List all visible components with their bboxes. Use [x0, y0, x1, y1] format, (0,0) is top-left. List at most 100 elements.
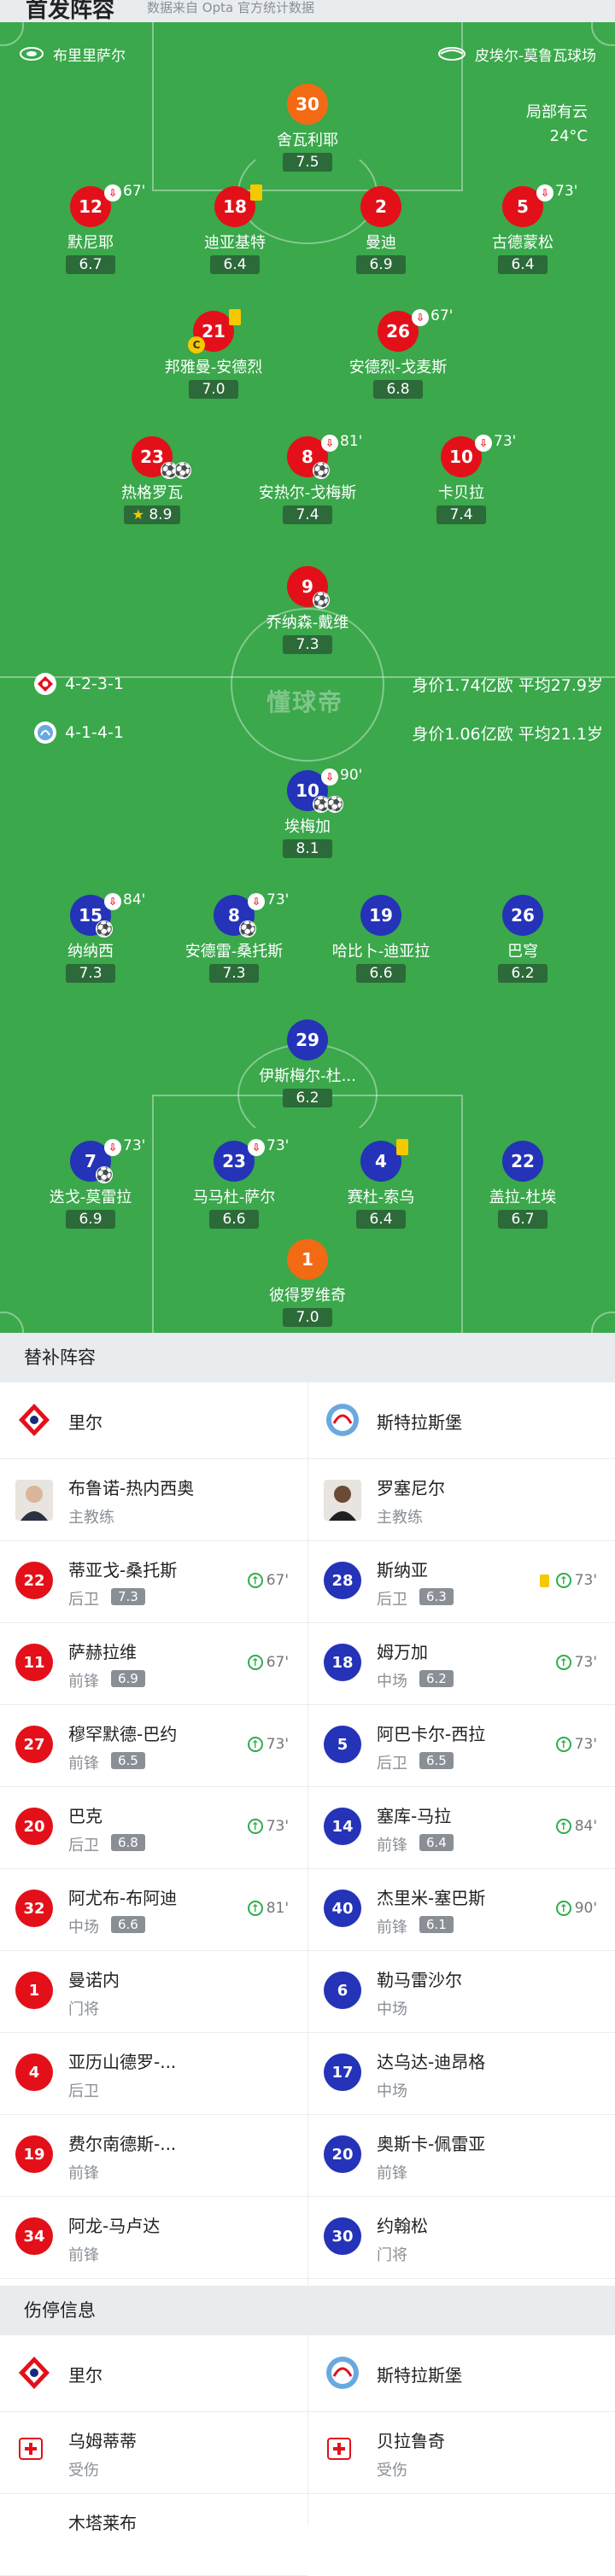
bench-player-row[interactable]: 20 巴克 后卫 6.8 ↑ 73'	[0, 1787, 308, 1869]
bench-player-row[interactable]: 30 约翰松 门将	[308, 2197, 615, 2279]
team-row[interactable]: 里尔	[0, 2335, 308, 2412]
player-rating: 7.5	[283, 153, 332, 172]
sub-in-indicator: ↑ 73'	[247, 1736, 289, 1753]
player-position: 前锋	[377, 2164, 407, 2182]
bench-player-row[interactable]: 5 阿巴卡尔-西拉 后卫 6.5 ↑ 73'	[308, 1705, 615, 1787]
goal-ball-icon: ⚽	[313, 592, 330, 609]
player-position: 后卫	[377, 1591, 407, 1609]
strasbourg-crest-icon	[326, 2357, 359, 2389]
away-player[interactable]: 22 盖拉-杜埃 6.7	[450, 1141, 595, 1229]
player-number-badge: 19	[15, 2135, 53, 2173]
home-player[interactable]: 12 ⇩ 67' 默尼耶 6.7	[18, 183, 163, 274]
away-market-value: 身价1.06亿欧 平均21.1岁	[412, 725, 603, 744]
sub-out-icon: ⇩	[104, 1139, 121, 1156]
away-player[interactable]: 19 哈比卜-迪亚拉 6.6	[308, 895, 454, 983]
player-number-badge: 11	[15, 1644, 53, 1681]
home-player[interactable]: 8 ⇩ 81' ⚽ 安热尔-戈梅斯 7.4	[235, 433, 380, 524]
bench-player-row[interactable]: 28 斯纳亚 后卫 6.3 ↑ 73'	[308, 1541, 615, 1623]
player-name: 热格罗瓦	[121, 484, 183, 502]
page-title: 首发阵容	[26, 0, 115, 23]
injury-row[interactable]: 乌姆蒂蒂 受伤	[0, 2412, 308, 2494]
sub-in-icon: ↑	[555, 1573, 571, 1588]
sub-in-indicator: ↑ 90'	[555, 1900, 597, 1917]
bench-player-row[interactable]: 34 阿龙-马卢达 前锋	[0, 2197, 308, 2279]
away-player[interactable]: 15 ⇩ 84' ⚽ 纳纳西 7.3	[18, 891, 163, 983]
player-number-badge: 18	[324, 1644, 361, 1681]
player-rating: 8.1	[283, 839, 332, 858]
player-name: 萨赫拉维	[68, 1642, 137, 1662]
player-number-badge: 30	[324, 2217, 361, 2255]
player-rating: 6.2	[498, 964, 548, 983]
player-rating: 6.8	[111, 1834, 145, 1851]
away-player[interactable]: 4 赛杜-索乌 6.4	[308, 1139, 454, 1229]
bench-player-row[interactable]: 32 阿尤布-布阿迪 中场 6.6 ↑ 81'	[0, 1869, 308, 1951]
team-row[interactable]: 里尔	[0, 1382, 308, 1459]
captain-icon: C	[188, 336, 205, 353]
injury-row[interactable]: 贝拉鲁奇 受伤	[308, 2412, 615, 2494]
assist-icon: ⚽	[313, 462, 330, 479]
home-market-value: 身价1.74亿欧 平均27.9岁	[412, 676, 603, 695]
team-row[interactable]: 斯特拉斯堡	[308, 2335, 615, 2412]
injury-status: 受伤	[377, 2462, 407, 2480]
away-player[interactable]: 1 彼得罗维奇 7.0	[235, 1239, 380, 1327]
bench-player-row[interactable]: 4 亚历山德罗-... 后卫	[0, 2033, 308, 2115]
sub-in-icon: ↑	[247, 1573, 263, 1588]
coach-row[interactable]: 罗塞尼尔 主教练	[308, 1459, 615, 1541]
coach-row[interactable]: 布鲁诺-热内西奥 主教练	[0, 1459, 308, 1541]
away-player[interactable]: 29 伊斯梅尔-杜... 6.2	[235, 1019, 380, 1107]
away-player[interactable]: 23 ⇩ 73' 马马杜-萨尔 6.6	[161, 1137, 307, 1229]
home-player[interactable]: 26 ⇩ 67' 安德烈-戈麦斯 6.8	[325, 307, 471, 399]
player-position: 后卫	[377, 1755, 407, 1773]
bench-player-row[interactable]: 11 萨赫拉维 前锋 6.9 ↑ 67'	[0, 1623, 308, 1705]
injury-status: 受伤	[68, 2462, 99, 2480]
player-position: 前锋	[377, 1919, 407, 1936]
bench-player-row[interactable]: 20 奥斯卡-佩雷亚 前锋	[308, 2115, 615, 2197]
sub-in-indicator: ↑ 81'	[247, 1900, 289, 1917]
home-player[interactable]: 2 曼迪 6.9	[308, 186, 454, 274]
bench-player-row[interactable]: 17 达乌达-迪昂格 中场	[308, 2033, 615, 2115]
player-number-badge: 30	[287, 84, 328, 125]
home-bench: 里尔 布鲁诺-热内西奥 主教练 22 蒂亚戈-桑托斯 后卫 7.3 ↑ 67' 11 萨赫拉维…	[0, 1382, 308, 2279]
home-player[interactable]: 5 ⇩ 73' 古德蒙松 6.4	[450, 183, 595, 274]
player-number-badge: 1	[287, 1239, 328, 1280]
away-formation-label: 4-1-4-1	[65, 723, 124, 742]
player-rating: 6.2	[283, 1089, 332, 1107]
player-name: 蒂亚戈-桑托斯	[68, 1560, 178, 1580]
bench-player-row[interactable]: 18 姆万加 中场 6.2 ↑ 73'	[308, 1623, 615, 1705]
injury-row[interactable]: 木塔莱布	[0, 2494, 308, 2576]
home-player[interactable]: 21 C 邦雅曼-安德烈 7.0	[141, 309, 286, 399]
player-number-badge: 7 ⇩ 73' ⚽	[70, 1137, 145, 1183]
home-player[interactable]: 23 ⚽ ⚽ 热格罗瓦 ★ 8.9	[79, 436, 225, 524]
away-player[interactable]: 26 巴穹 6.2	[450, 895, 595, 983]
away-player[interactable]: 7 ⇩ 73' ⚽ 迭戈-莫雷拉 6.9	[18, 1137, 163, 1229]
bench-player-row[interactable]: 14 塞库-马拉 前锋 6.4 ↑ 84'	[308, 1787, 615, 1869]
player-number-badge: 17	[324, 2053, 361, 2091]
bench-player-row[interactable]: 22 蒂亚戈-桑托斯 后卫 7.3 ↑ 67'	[0, 1541, 308, 1623]
player-name: 姆万加	[377, 1642, 428, 1662]
player-name: 斯纳亚	[377, 1560, 428, 1580]
sub-in-icon: ↑	[247, 1737, 263, 1752]
sub-in-indicator: ↑ 73'	[555, 1736, 597, 1753]
home-player[interactable]: 9 ⚽ 乔纳森-戴维 7.3	[235, 566, 380, 654]
lille-crest-icon	[19, 1404, 50, 1436]
player-name: 曼迪	[366, 234, 396, 252]
player-number-badge: 40	[324, 1890, 361, 1927]
home-player[interactable]: 30 舍瓦利耶 7.5	[235, 84, 380, 172]
home-player[interactable]: 18 迪亚基特 6.4	[162, 184, 308, 274]
home-player[interactable]: 10 ⇩ 73' 卡贝拉 7.4	[389, 433, 534, 524]
bench-player-row[interactable]: 27 穆罕默德-巴约 前锋 6.5 ↑ 73'	[0, 1705, 308, 1787]
bench-player-row[interactable]: 40 杰里米-塞巴斯 前锋 6.1 ↑ 90'	[308, 1869, 615, 1951]
away-player[interactable]: 10 ⇩ 90' ⚽ ⚽ 埃梅加 8.1	[235, 767, 380, 858]
player-rating: 7.3	[283, 635, 332, 654]
bench-player-row[interactable]: 1 曼诺内 门将	[0, 1951, 308, 2033]
player-position: 门将	[68, 2001, 99, 2018]
player-name: 安德烈-戈麦斯	[348, 359, 448, 377]
away-player[interactable]: 8 ⇩ 73' ⚽ 安德雷-桑托斯 7.3	[161, 891, 307, 983]
bench-player-row[interactable]: 19 费尔南德斯-... 前锋	[0, 2115, 308, 2197]
player-name: 迪亚基特	[204, 234, 266, 252]
team-row[interactable]: 斯特拉斯堡	[308, 1382, 615, 1459]
sub-in-indicator: ↑ 84'	[555, 1818, 597, 1835]
player-position: 前锋	[68, 1673, 99, 1691]
player-name: 阿龙-马卢达	[68, 2216, 161, 2236]
bench-player-row[interactable]: 6 勒马雷沙尔 中场	[308, 1951, 615, 2033]
